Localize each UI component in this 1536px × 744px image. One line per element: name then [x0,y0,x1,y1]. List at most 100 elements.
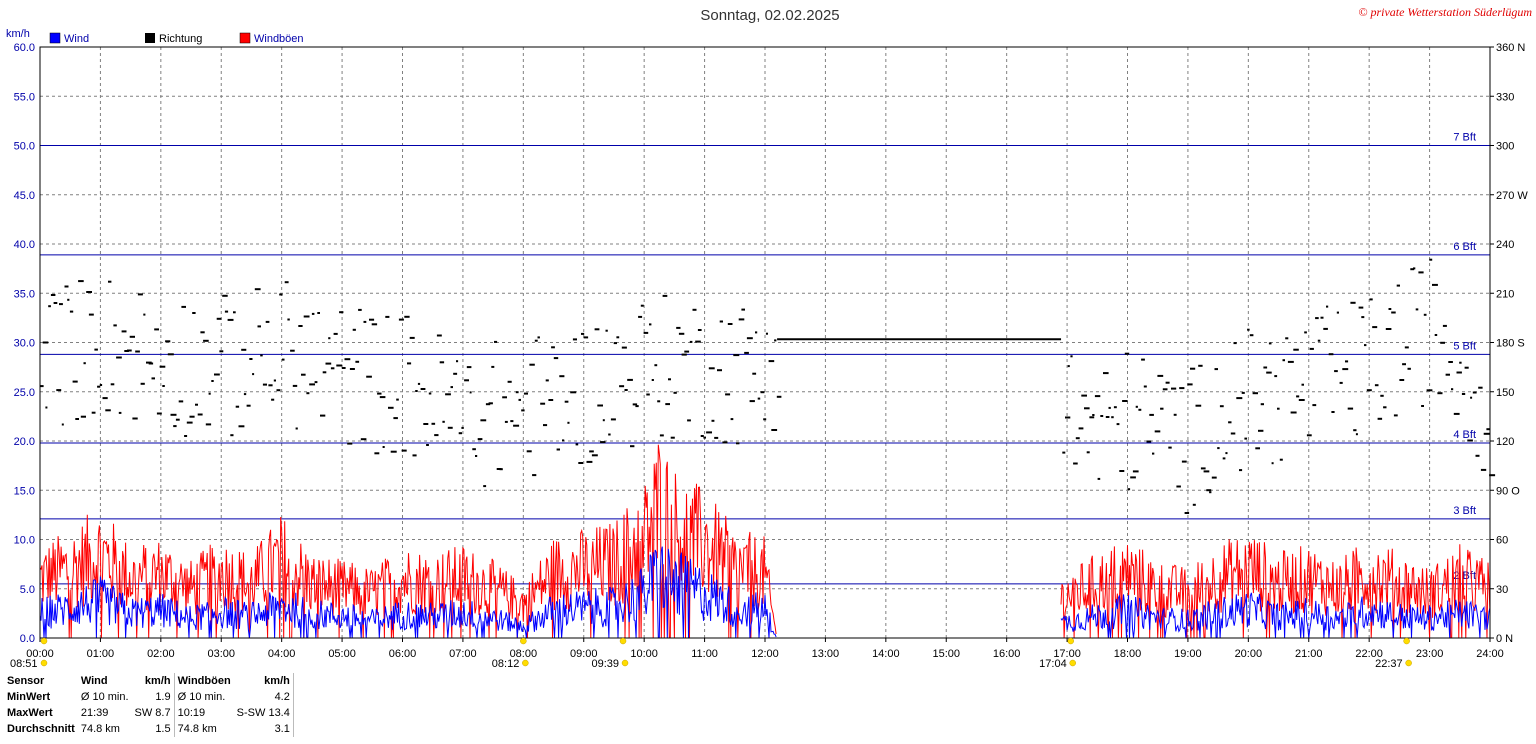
direction-point [1298,399,1305,401]
direction-point [692,308,697,311]
direction-point [1483,432,1490,435]
direction-point [752,372,757,375]
beaufort-label: 6 Bft [1453,241,1476,253]
direction-point [1228,421,1232,424]
direction-point [638,315,643,318]
direction-point [1209,491,1212,494]
direction-point [703,436,706,439]
direction-point [1345,360,1349,363]
direction-point [635,405,639,408]
direction-point [1154,430,1161,433]
direction-point [219,350,224,353]
direction-point [1383,406,1387,409]
stats-cell: 21:39 [80,707,109,719]
direction-point [40,385,44,388]
direction-point [1214,368,1218,371]
direction-point [594,328,600,331]
direction-point [521,409,525,412]
direction-point [110,383,115,386]
x-tick-label: 12:00 [751,648,779,660]
direction-point [1475,454,1480,457]
direction-point [1304,331,1307,334]
x-tick-label: 18:00 [1114,648,1142,660]
y-tick-label: 55.0 [14,91,35,103]
direction-point [1124,352,1130,355]
direction-point [116,356,122,359]
direction-point [249,358,253,360]
direction-point [412,454,417,457]
x-tick-label: 07:00 [449,648,477,660]
stats-header-gust-unit: km/h [233,673,294,689]
stats-cell: 1.9 [131,689,175,705]
direction-point [1081,394,1087,397]
stats-cell: Ø 10 min. [177,691,226,703]
direction-point [689,340,693,343]
direction-point [1119,470,1125,472]
beaufort-label: 5 Bft [1453,340,1476,352]
direction-point [529,363,535,366]
direction-point [279,293,283,296]
direction-point [162,385,165,387]
direction-point [643,331,649,334]
x-tick-label: 02:00 [147,648,175,660]
direction-point [67,298,70,301]
direction-point [1187,383,1193,386]
direction-point [1073,462,1078,465]
sun-icon [520,637,527,645]
direction-point [1296,395,1300,398]
direction-point [398,318,404,321]
stats-header-gust: Windböen [177,675,231,687]
direction-point [333,332,338,335]
direction-point [676,326,681,329]
direction-point [382,446,385,448]
x-tick-label: 06:00 [389,648,417,660]
direction-point [1100,415,1104,417]
direction-point [1135,405,1138,408]
direction-point [1233,342,1237,345]
direction-point [1464,366,1469,369]
y2-tick-label: 60 [1496,535,1508,547]
direction-point [719,320,723,323]
sun-icon [522,659,529,667]
direction-point [165,340,171,343]
direction-point [1173,413,1177,416]
direction-point [1089,416,1095,419]
direction-point [771,429,778,431]
stats-label: Durchschnitt [7,723,75,735]
y-tick-label: 5.0 [20,584,35,596]
direction-point [287,318,290,321]
direction-point [624,389,628,391]
direction-point [1355,433,1358,436]
direction-point [167,353,174,356]
direction-point [488,402,493,405]
direction-point [1149,413,1154,416]
direction-point [366,375,372,378]
direction-point [1176,485,1181,488]
direction-point [605,329,608,332]
direction-point [700,435,704,437]
direction-point [1247,328,1250,331]
stats-header-wind-unit: km/h [131,673,175,689]
direction-point [564,400,569,403]
direction-point [401,449,407,452]
direction-point [714,436,719,439]
y-tick-label: 50.0 [14,141,35,153]
stats-cell: 74.8 km [177,723,217,735]
direction-point [1453,412,1460,415]
copyright-text: © private Wetterstation Süderlügum [1358,5,1532,19]
direction-point [697,329,702,331]
legend-label-gust: Windböen [254,33,304,45]
direction-point [1429,258,1433,261]
direction-point [1065,416,1071,419]
y-tick-label: 20.0 [14,436,35,448]
direction-point [303,315,310,318]
direction-point [393,417,398,420]
direction-point [1315,317,1319,320]
x-tick-label: 23:00 [1416,648,1444,660]
direction-point [1108,406,1111,409]
direction-point [510,420,514,423]
direction-point [776,395,782,398]
direction-point [461,426,464,429]
stats-header-row: Sensor Wind km/h Windböen km/h [4,673,294,689]
direction-point [330,367,335,370]
